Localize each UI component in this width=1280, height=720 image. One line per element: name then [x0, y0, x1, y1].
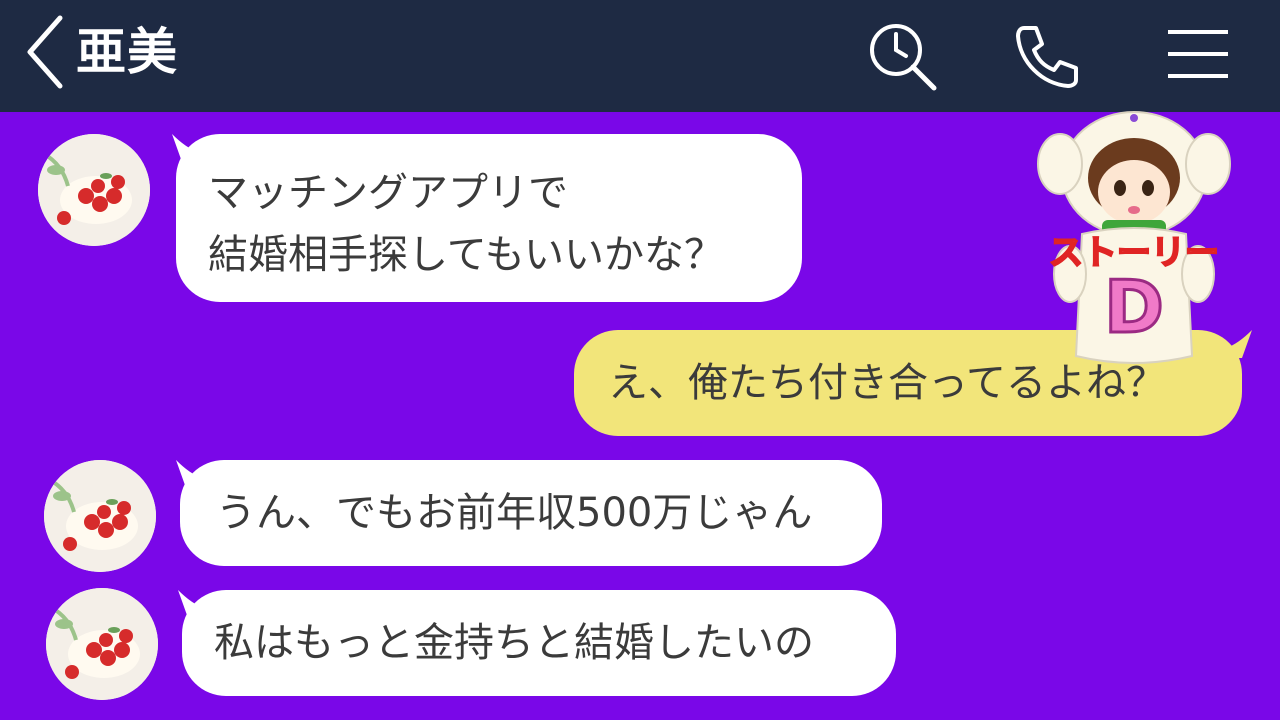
- chat-title: 亜美: [76, 23, 178, 81]
- call-button[interactable]: [1010, 20, 1082, 92]
- message-bubble[interactable]: 私はもっと金持ちと結婚したいの: [182, 590, 896, 696]
- strawberry-cake-avatar-icon: [44, 460, 156, 572]
- message-bubble[interactable]: うん、でもお前年収500万じゃん: [180, 460, 882, 566]
- search-button[interactable]: [866, 20, 938, 92]
- message-text-line: うん、でもお前年収500万じゃん: [216, 490, 813, 536]
- message-text-line: 私はもっと金持ちと結婚したいの: [214, 620, 814, 666]
- strawberry-cake-avatar-icon: [38, 134, 150, 246]
- contact-avatar[interactable]: [44, 460, 156, 572]
- phone-icon: [1016, 26, 1078, 88]
- strawberry-cake-avatar-icon: [46, 588, 158, 700]
- chevron-left-icon: [27, 15, 63, 89]
- contact-avatar[interactable]: [46, 588, 158, 700]
- chat-header: 亜美: [0, 0, 1280, 112]
- search-clock-icon: [870, 24, 937, 91]
- chat-screen: 亜美 マッチングアプリで 結婚相手探してもいいかな？ え、俺たち付き合ってるよね…: [0, 0, 1280, 720]
- girl-in-sheep-costume-sticker-icon: ストーリー D: [1037, 111, 1231, 364]
- story-d-sticker: ストーリー D: [1030, 104, 1238, 384]
- svg-text:D: D: [1104, 265, 1164, 349]
- message-text-line: 結婚相手探してもいいかな？: [208, 232, 724, 278]
- back-button[interactable]: [22, 14, 68, 90]
- contact-avatar[interactable]: [38, 134, 150, 246]
- message-text-line: マッチングアプリで: [208, 170, 568, 216]
- menu-button[interactable]: [1162, 20, 1234, 92]
- message-bubble[interactable]: マッチングアプリで 結婚相手探してもいいかな？: [176, 134, 802, 302]
- hamburger-menu-icon: [1168, 30, 1228, 78]
